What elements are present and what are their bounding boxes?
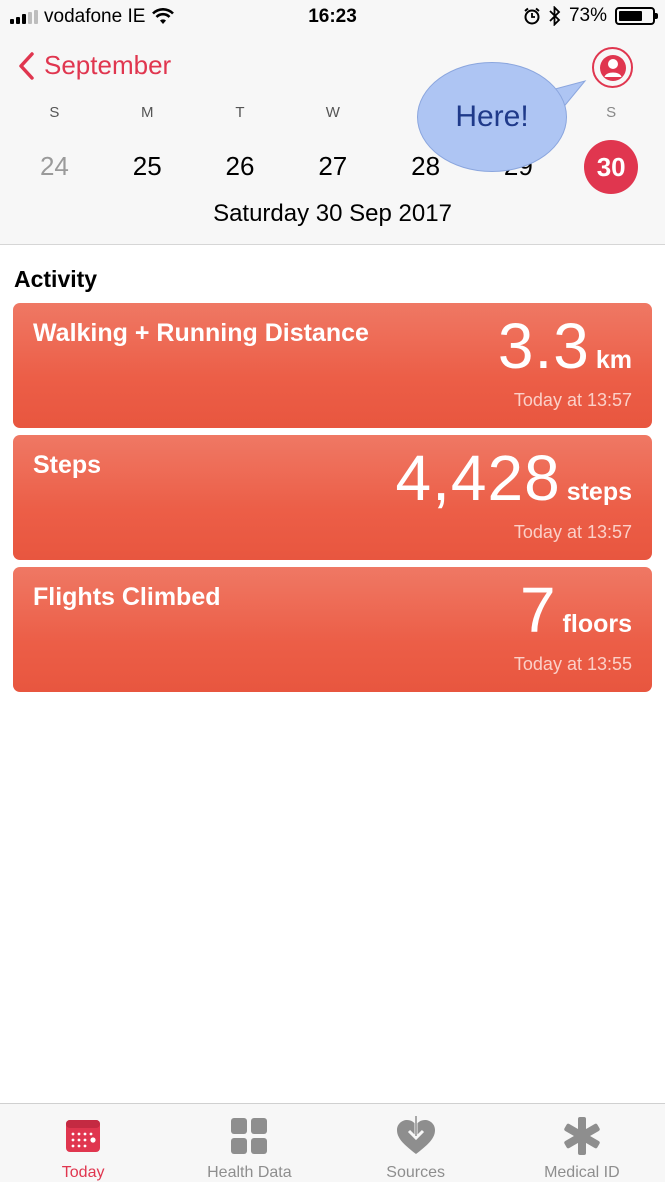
- card-number: 7: [519, 574, 557, 646]
- tab-label: Today: [61, 1164, 105, 1181]
- card-title: Flights Climbed: [33, 583, 221, 611]
- card-title: Steps: [33, 451, 102, 479]
- card-title: Walking + Running Distance: [33, 319, 369, 347]
- tab-today[interactable]: Today: [0, 1104, 166, 1182]
- card-value: 3.3 km: [498, 309, 632, 383]
- section-title: Activity: [14, 266, 98, 292]
- asterisk-icon: [564, 1117, 600, 1155]
- day-cell[interactable]: T 26: [194, 104, 287, 194]
- bluetooth-icon: [549, 6, 561, 26]
- callout-text: Here!: [455, 100, 529, 133]
- chevron-left-icon: [19, 51, 34, 80]
- battery-icon: [615, 7, 658, 25]
- profile-button[interactable]: [592, 47, 633, 88]
- tab-label: Medical ID: [544, 1164, 620, 1181]
- day-number: 26: [225, 151, 255, 181]
- tab-medical-id[interactable]: Medical ID: [499, 1104, 665, 1182]
- grid-icon: [231, 1118, 268, 1154]
- day-cell[interactable]: M 25: [101, 104, 194, 194]
- day-letter: W: [325, 104, 340, 121]
- callout-bubble: Here!: [417, 62, 567, 172]
- card-unit: floors: [562, 610, 632, 638]
- alarm-icon: [524, 7, 540, 25]
- card-number: 3.3: [497, 310, 590, 382]
- card-unit: km: [595, 346, 632, 374]
- day-letter: T: [235, 104, 245, 121]
- status-right: 73%: [523, 5, 658, 27]
- day-cell[interactable]: W 27: [286, 104, 379, 194]
- steps-card[interactable]: Steps 4,428 steps Today at 13:57: [13, 435, 652, 560]
- day-number: 30: [584, 140, 639, 194]
- card-time: Today at 13:55: [513, 654, 632, 674]
- tab-health-data[interactable]: Health Data: [166, 1104, 332, 1182]
- battery-percent: 73%: [568, 5, 607, 26]
- card-value: 4,428 steps: [396, 441, 632, 515]
- calendar-header: September Here! S24 M25 T26 W27 T28 F29 …: [0, 36, 665, 245]
- tab-bar: Today Health Data Sources Medical ID: [0, 1103, 665, 1182]
- day-cell[interactable]: S 24: [8, 104, 101, 194]
- distance-card[interactable]: Walking + Running Distance 3.3 km Today …: [13, 303, 652, 428]
- heart-download-icon: [396, 1116, 435, 1154]
- card-time: Today at 13:57: [513, 522, 632, 542]
- day-number: 24: [39, 151, 69, 181]
- day-letter: M: [140, 104, 154, 121]
- back-button[interactable]: September: [18, 50, 171, 81]
- card-number: 4,428: [395, 442, 561, 514]
- profile-icon: [599, 54, 626, 81]
- day-letter: S: [49, 104, 60, 121]
- selected-date: Saturday 30 Sep 2017: [213, 200, 452, 227]
- status-bar: vodafone IE 16:23 73%: [0, 0, 665, 36]
- card-value: 7 floors: [520, 573, 632, 647]
- flights-card[interactable]: Flights Climbed 7 floors Today at 13:55: [13, 567, 652, 692]
- tab-label: Health Data: [207, 1164, 292, 1181]
- tab-label: Sources: [386, 1164, 445, 1181]
- card-time: Today at 13:57: [513, 390, 632, 410]
- day-number: 25: [132, 151, 162, 181]
- activity-cards: Walking + Running Distance 3.3 km Today …: [13, 303, 652, 699]
- tab-sources[interactable]: Sources: [333, 1104, 499, 1182]
- card-unit: steps: [566, 478, 632, 506]
- back-label: September: [44, 50, 172, 80]
- day-number: 27: [318, 151, 348, 181]
- calendar-icon: [66, 1120, 101, 1152]
